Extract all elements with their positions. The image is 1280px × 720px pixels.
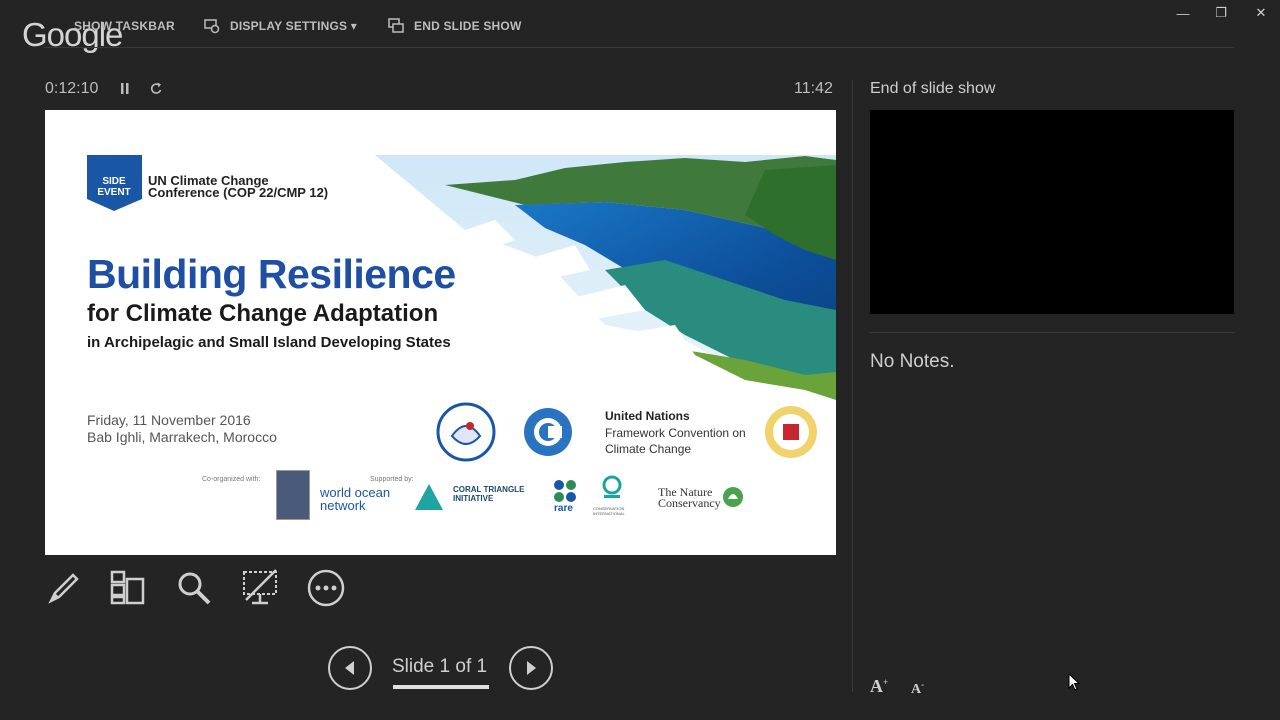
end-show-icon xyxy=(388,18,404,33)
pen-icon xyxy=(48,573,79,604)
co-organizer-logo xyxy=(276,470,310,520)
speaker-notes: No Notes. xyxy=(870,351,955,372)
elapsed-timer: 0:12:10 xyxy=(45,80,99,97)
black-screen-button[interactable] xyxy=(240,568,280,608)
conference-line-2: Conference (COP 22/CMP 12) xyxy=(148,185,329,200)
slide-title: Building Resilience xyxy=(87,251,456,297)
pane-divider[interactable] xyxy=(852,80,853,692)
current-slide[interactable]: SIDE EVENT UN Climate Change Conference … xyxy=(45,110,836,555)
pen-tool-button[interactable] xyxy=(44,568,84,608)
display-settings-button[interactable]: DISPLAY SETTINGS ▾ xyxy=(204,17,357,35)
sponsor-world-ocean-network: world ocean network xyxy=(320,485,391,513)
slide-tagline: in Archipelagic and Small Island Develop… xyxy=(87,334,451,351)
more-options-icon xyxy=(307,569,345,607)
ministry-logo xyxy=(436,402,496,462)
zoom-icon xyxy=(178,572,211,605)
restore-button[interactable]: ❐ xyxy=(1209,4,1233,22)
unfccc-line-1: United Nations xyxy=(605,409,690,423)
slide-subtitle: for Climate Change Adaptation xyxy=(87,300,439,327)
coral-triangle-logo xyxy=(415,484,443,510)
event-date: Friday, 11 November 2016 xyxy=(87,412,251,428)
event-venue: Bab Ighli, Marrakech, Morocco xyxy=(87,429,277,445)
reset-icon xyxy=(150,82,162,94)
rare-logo xyxy=(554,480,576,502)
increase-font-icon: A+ xyxy=(870,676,889,696)
display-settings-icon xyxy=(204,19,220,34)
un-logo xyxy=(524,408,572,456)
top-divider xyxy=(44,47,1234,48)
display-settings-label: DISPLAY SETTINGS ▾ xyxy=(230,19,357,33)
next-slide-button[interactable] xyxy=(509,646,553,690)
unfccc-line-3: Climate Change xyxy=(605,442,692,456)
previous-slide-button[interactable] xyxy=(328,646,372,690)
notes-divider[interactable] xyxy=(870,332,1234,333)
end-slide-show-button[interactable]: END SLIDE SHOW xyxy=(388,17,521,35)
increase-font-button[interactable]: A+ xyxy=(870,676,888,697)
show-taskbar-button[interactable]: SHOW TASKBAR xyxy=(74,17,175,35)
next-slide-preview[interactable] xyxy=(870,110,1234,314)
slide-progress-bar xyxy=(393,685,489,689)
minimize-button[interactable]: — xyxy=(1171,4,1195,22)
black-screen-icon xyxy=(243,569,277,605)
nature-conservancy-logo xyxy=(723,487,743,507)
see-all-slides-icon xyxy=(110,570,145,605)
sponsor-nature-conservancy: The Nature Conservancy xyxy=(658,485,721,510)
current-clock: 11:42 xyxy=(794,80,833,97)
more-options-button[interactable] xyxy=(306,568,346,608)
next-slide-title: End of slide show xyxy=(870,80,996,97)
side-event-badge: SIDE EVENT xyxy=(97,176,131,198)
decrease-font-button[interactable]: A- xyxy=(911,679,924,698)
slide-counter[interactable]: Slide 1 of 1 xyxy=(392,656,487,678)
next-arrow-icon xyxy=(527,661,536,675)
decrease-font-icon: A- xyxy=(911,679,925,697)
reset-timer-button[interactable] xyxy=(148,81,164,97)
conservation-international-logo xyxy=(602,475,622,498)
sponsor-conservation-international: CONSERVATION INTERNATIONAL xyxy=(593,506,625,516)
cop22-logo xyxy=(765,406,817,458)
unfccc-line-2: Framework Convention on xyxy=(605,426,746,440)
sponsor-coral-triangle: CORAL TRIANGLE INITIATIVE xyxy=(453,485,525,503)
zoom-button[interactable] xyxy=(174,568,214,608)
close-button[interactable]: ✕ xyxy=(1249,4,1273,22)
prev-arrow-icon xyxy=(345,661,354,675)
top-bar xyxy=(0,0,1280,50)
pause-timer-button[interactable] xyxy=(118,81,134,97)
show-taskbar-label: SHOW TASKBAR xyxy=(74,19,175,33)
see-all-slides-button[interactable] xyxy=(108,568,148,608)
mouse-cursor-icon xyxy=(1068,673,1080,691)
supported-by-label: Supported by: xyxy=(370,476,414,483)
co-organized-label: Co-organized with: xyxy=(202,476,261,483)
sponsor-rare: rare xyxy=(554,503,573,514)
pause-icon xyxy=(121,83,129,94)
end-slide-show-label: END SLIDE SHOW xyxy=(414,19,522,33)
